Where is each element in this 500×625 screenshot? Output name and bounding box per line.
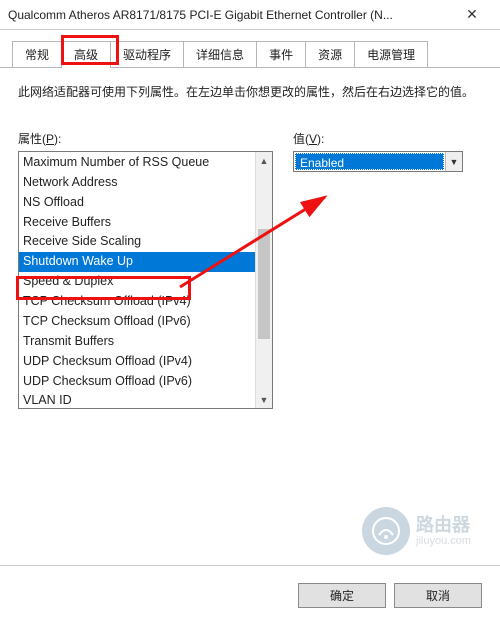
list-item-selected[interactable]: Shutdown Wake Up [19,252,257,272]
dropdown-button[interactable]: ▼ [445,152,462,171]
list-item[interactable]: Receive Buffers [19,212,257,232]
close-button[interactable]: ✕ [450,1,494,29]
tab-advanced[interactable]: 高级 [61,41,111,68]
tab-events[interactable]: 事件 [256,41,306,67]
tab-general[interactable]: 常规 [12,41,62,67]
scroll-down-icon[interactable]: ▼ [256,391,272,408]
list-item[interactable]: VLAN ID [19,391,257,409]
scroll-thumb[interactable] [258,229,270,339]
list-item[interactable]: UDP Checksum Offload (IPv4) [19,351,257,371]
list-item[interactable]: TCP Checksum Offload (IPv6) [19,311,257,331]
list-item[interactable]: NS Offload [19,192,257,212]
value-dropdown[interactable]: Enabled ▼ [293,151,463,172]
list-item[interactable]: UDP Checksum Offload (IPv6) [19,371,257,391]
columns: 属性(P): Maximum Number of RSS Queue Netwo… [18,130,482,409]
tab-content: 此网络适配器可使用下列属性。在左边单击你想更改的属性，然后在右边选择它的值。 属… [0,68,500,427]
list-item[interactable]: Receive Side Scaling [19,232,257,252]
window-title: Qualcomm Atheros AR8171/8175 PCI-E Gigab… [8,8,450,22]
cancel-button[interactable]: 取消 [394,583,482,608]
watermark: 路由器 jiluyou.com [362,507,492,561]
listbox-scrollbar[interactable]: ▲ ▼ [255,152,272,408]
router-icon [372,517,400,545]
scroll-up-icon[interactable]: ▲ [256,152,272,169]
list-item[interactable]: Speed & Duplex [19,272,257,292]
tab-driver[interactable]: 驱动程序 [110,41,184,67]
tab-resources[interactable]: 资源 [305,41,355,67]
tab-details[interactable]: 详细信息 [183,41,257,67]
watermark-sub: jiluyou.com [416,535,471,547]
value-column: 值(V): Enabled ▼ [293,130,463,172]
property-column: 属性(P): Maximum Number of RSS Queue Netwo… [18,130,273,409]
list-item[interactable]: Transmit Buffers [19,331,257,351]
property-label: 属性(P): [18,130,273,147]
tabs-row: 常规 高级 驱动程序 详细信息 事件 资源 电源管理 [0,30,500,68]
ok-button[interactable]: 确定 [298,583,386,608]
dropdown-selected: Enabled [295,153,444,170]
value-label: 值(V): [293,130,463,147]
chevron-down-icon: ▼ [450,157,459,167]
list-item[interactable]: Network Address [19,172,257,192]
close-icon: ✕ [466,6,478,23]
scroll-track[interactable] [256,169,272,391]
tab-power[interactable]: 电源管理 [354,41,428,67]
list-item[interactable]: Maximum Number of RSS Queue [19,152,257,172]
list-item[interactable]: TCP Checksum Offload (IPv4) [19,292,257,312]
watermark-text: 路由器 [416,511,470,537]
property-listbox[interactable]: Maximum Number of RSS Queue Network Addr… [18,151,273,409]
titlebar: Qualcomm Atheros AR8171/8175 PCI-E Gigab… [0,0,500,30]
dialog-footer: 确定 取消 [0,565,500,625]
description-text: 此网络适配器可使用下列属性。在左边单击你想更改的属性，然后在右边选择它的值。 [18,82,482,102]
